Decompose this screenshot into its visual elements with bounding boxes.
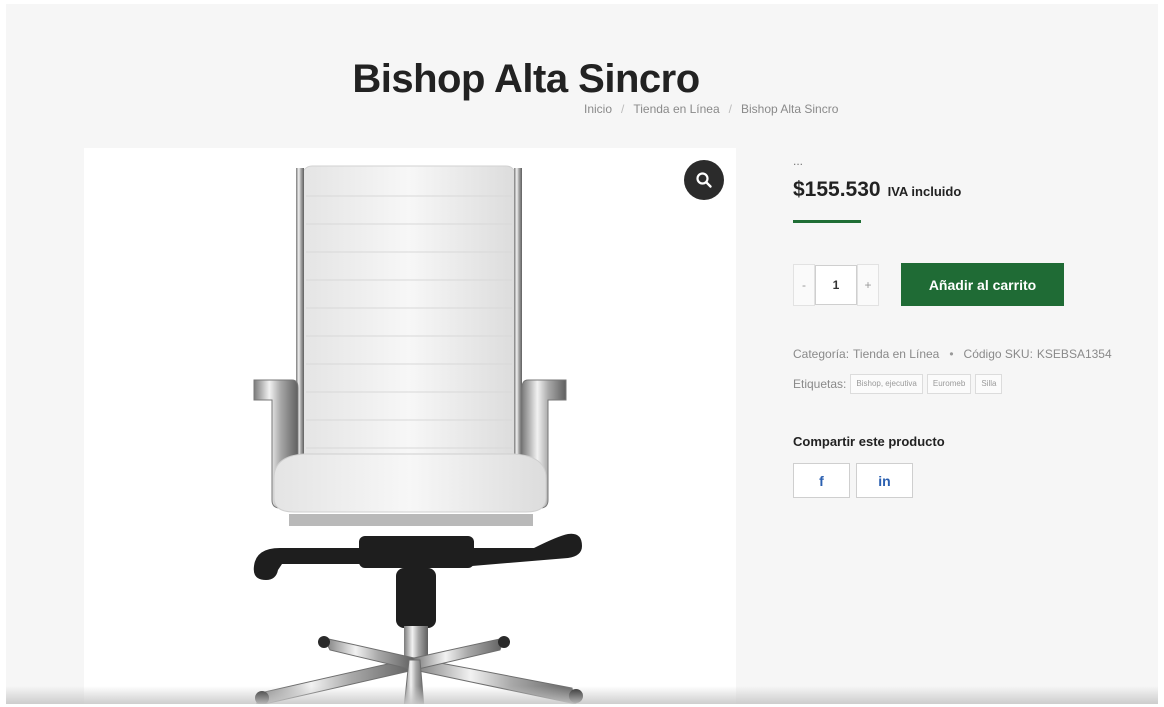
- linkedin-icon: in: [878, 472, 891, 489]
- product-page: Bishop Alta Sincro Inicio / Tienda en Lí…: [6, 4, 1158, 704]
- tag-link[interactable]: Euromeb: [926, 374, 972, 394]
- breadcrumb-home-link[interactable]: Inicio: [584, 102, 612, 116]
- breadcrumb-current: Bishop Alta Sincro: [741, 102, 839, 116]
- category-label: Categoría:: [793, 347, 850, 361]
- breadcrumb-separator: /: [728, 102, 732, 116]
- linkedin-share-button[interactable]: in: [856, 463, 913, 498]
- breadcrumb-separator: /: [621, 102, 625, 116]
- bottom-edge-shadow: [6, 686, 1158, 704]
- quantity-stepper: - +: [793, 263, 879, 306]
- ellipsis-text: ...: [793, 154, 804, 168]
- product-meta: Categoría: Tienda en Línea • Código SKU:…: [793, 347, 1158, 361]
- tags-label: Etiquetas:: [793, 377, 847, 391]
- quantity-input[interactable]: [815, 264, 857, 305]
- sku-label: Código SKU:: [963, 347, 1033, 361]
- product-summary: ... $155.530 IVA incluido - + Añadir al …: [793, 154, 1158, 498]
- page-title: Bishop Alta Sincro: [352, 56, 700, 101]
- chair-illustration: [253, 165, 583, 704]
- price-suffix: IVA incluido: [887, 184, 962, 199]
- breadcrumb: Inicio / Tienda en Línea / Bishop Alta S…: [584, 102, 838, 116]
- facebook-share-button[interactable]: f: [793, 463, 850, 498]
- breadcrumb-shop-link[interactable]: Tienda en Línea: [633, 102, 719, 116]
- tag-link[interactable]: Bishop, ejecutiva: [850, 374, 923, 394]
- facebook-icon: f: [819, 472, 824, 489]
- product-image[interactable]: [84, 148, 736, 704]
- meta-bullet: •: [949, 347, 954, 361]
- share-title: Compartir este producto: [793, 434, 945, 449]
- tag-link[interactable]: Silla: [975, 374, 1003, 394]
- zoom-button[interactable]: [684, 160, 724, 200]
- product-tags: Etiquetas: Bishop, ejecutiva Euromeb Sil…: [793, 374, 1158, 394]
- category-link[interactable]: Tienda en Línea: [853, 347, 939, 361]
- add-to-cart-row: - + Añadir al carrito: [793, 263, 1158, 306]
- price-row: $155.530 IVA incluido: [793, 178, 1158, 202]
- price-divider: [793, 220, 861, 223]
- search-icon: [696, 172, 712, 188]
- add-to-cart-button[interactable]: Añadir al carrito: [901, 263, 1064, 306]
- quantity-increase-button[interactable]: +: [857, 263, 879, 306]
- quantity-decrease-button[interactable]: -: [793, 263, 815, 306]
- product-price: $155.530: [793, 178, 881, 201]
- sku-value: KSEBSA1354: [1036, 347, 1112, 361]
- share-buttons: f in: [793, 463, 1158, 498]
